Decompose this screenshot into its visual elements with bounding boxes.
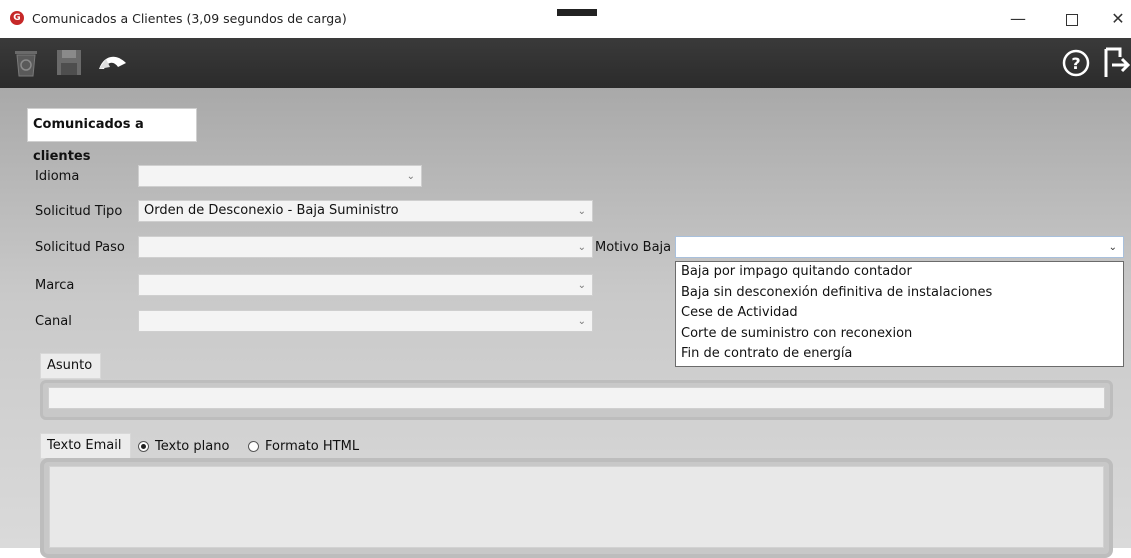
undo-icon[interactable]: [96, 45, 128, 79]
idioma-select[interactable]: ⌄: [138, 165, 422, 187]
exit-icon[interactable]: [1100, 45, 1131, 79]
dropdown-option[interactable]: Fin de contrato de energía: [676, 344, 1123, 365]
dropdown-option[interactable]: Baja sin desconexión definitiva de insta…: [676, 283, 1123, 304]
motivo-baja-select[interactable]: ⌄: [675, 236, 1124, 258]
radio-formato-html-label: Formato HTML: [265, 439, 360, 454]
chevron-down-icon: ⌄: [577, 206, 586, 217]
motivo-baja-label: Motivo Baja: [595, 240, 672, 255]
svg-text:?: ?: [1071, 54, 1080, 73]
radio-selected-icon: [138, 441, 149, 452]
window-titlebar: G Comunicados a Clientes (3,09 segundos …: [0, 0, 1131, 38]
chevron-down-icon: ⌄: [577, 316, 586, 327]
solicitud-tipo-select[interactable]: Orden de Desconexio - Baja Suministro ⌄: [138, 200, 593, 222]
email-textarea[interactable]: [49, 466, 1104, 548]
canal-label: Canal: [35, 314, 72, 329]
trash-icon[interactable]: [10, 45, 42, 79]
idioma-label: Idioma: [35, 169, 80, 184]
texto-email-label: Texto Email: [40, 433, 131, 459]
motivo-baja-dropdown: Baja por impago quitando contador Baja s…: [675, 261, 1124, 367]
solicitud-paso-select[interactable]: ⌄: [138, 236, 593, 258]
section-title: Comunicados a clientes: [27, 108, 197, 164]
help-icon[interactable]: ?: [1060, 45, 1092, 79]
chevron-down-icon: ⌄: [577, 242, 586, 253]
radio-texto-plano[interactable]: Texto plano: [138, 439, 229, 454]
canal-select[interactable]: ⌄: [138, 310, 593, 332]
marca-select[interactable]: ⌄: [138, 274, 593, 296]
solicitud-tipo-label: Solicitud Tipo: [35, 204, 123, 219]
toolbar: ?: [0, 38, 1131, 88]
radio-formato-html[interactable]: Formato HTML: [248, 439, 359, 454]
asunto-input[interactable]: [48, 387, 1105, 409]
dropdown-option[interactable]: Baja por impago quitando contador: [676, 262, 1123, 283]
radio-unselected-icon: [248, 441, 259, 452]
dropdown-option[interactable]: Cese de Actividad: [676, 303, 1123, 324]
save-icon[interactable]: [53, 45, 85, 79]
close-button[interactable]: ✕: [1098, 5, 1131, 33]
asunto-label: Asunto: [40, 353, 101, 379]
chevron-down-icon: ⌄: [406, 171, 415, 182]
marca-label: Marca: [35, 278, 75, 293]
minimize-button[interactable]: —: [998, 5, 1038, 33]
radio-texto-plano-label: Texto plano: [155, 439, 230, 454]
dropdown-option[interactable]: Corte de suministro con reconexion: [676, 324, 1123, 345]
solicitud-tipo-value: Orden de Desconexio - Baja Suministro: [144, 203, 399, 218]
solicitud-paso-label: Solicitud Paso: [35, 240, 125, 255]
window-title: Comunicados a Clientes (3,09 segundos de…: [32, 11, 347, 26]
maximize-icon: [1066, 13, 1078, 26]
app-logo-icon: G: [10, 11, 24, 25]
chevron-down-icon: ⌄: [1108, 242, 1117, 253]
chevron-down-icon: ⌄: [577, 280, 586, 291]
maximize-button[interactable]: [1052, 5, 1092, 33]
title-decoration: [557, 9, 597, 16]
